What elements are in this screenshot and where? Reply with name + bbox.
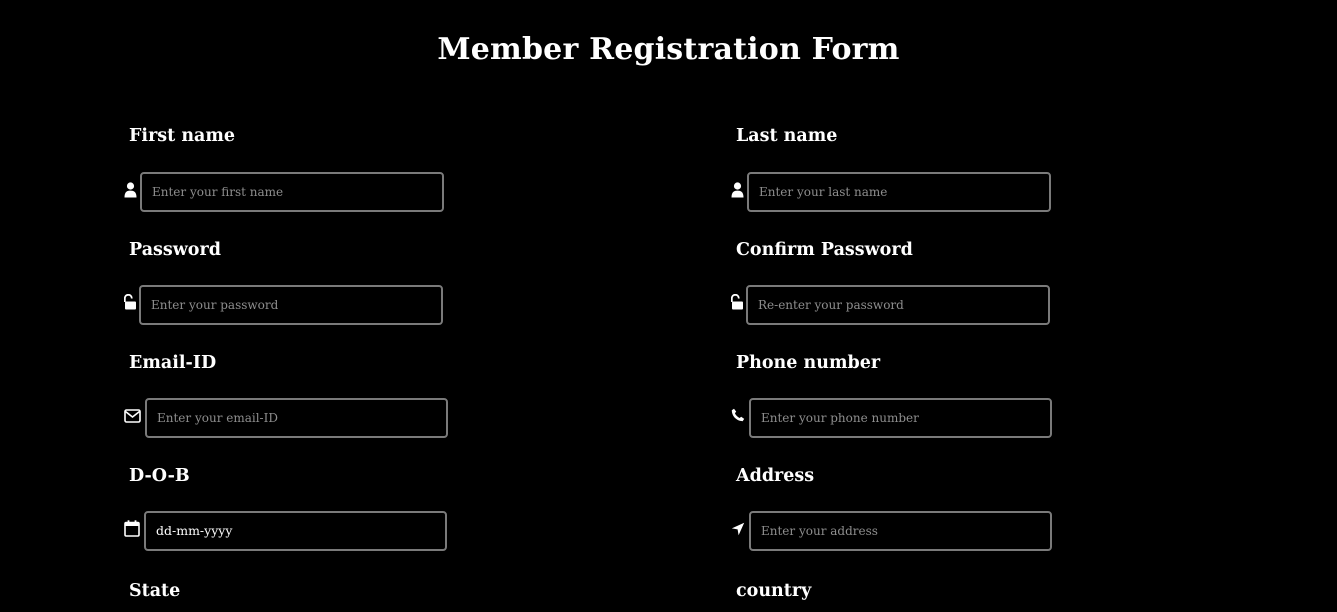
phone-icon [731, 408, 745, 422]
password-label: Password [129, 240, 221, 260]
confirm-password-label: Confirm Password [736, 240, 913, 260]
first-name-input[interactable] [140, 172, 444, 212]
dob-label: D-O-B [129, 466, 190, 486]
envelope-icon [124, 409, 141, 423]
unlock-icon [124, 294, 137, 310]
user-icon [731, 182, 744, 198]
phone-label: Phone number [736, 353, 881, 373]
address-input[interactable] [749, 511, 1052, 551]
dob-value: dd-mm-yyyy [156, 523, 233, 538]
country-label: country [736, 581, 812, 601]
phone-input[interactable] [749, 398, 1052, 438]
email-label: Email-ID [129, 353, 217, 373]
last-name-label: Last name [736, 126, 838, 146]
email-input[interactable] [145, 398, 448, 438]
password-input[interactable] [139, 285, 443, 325]
location-arrow-icon [731, 522, 745, 536]
last-name-input[interactable] [747, 172, 1051, 212]
first-name-label: First name [129, 126, 236, 146]
calendar-icon [124, 520, 140, 537]
page-title: Member Registration Form [437, 32, 900, 67]
dob-input[interactable]: dd-mm-yyyy [144, 511, 447, 551]
confirm-password-input[interactable] [746, 285, 1050, 325]
address-label: Address [736, 466, 815, 486]
unlock-icon [731, 294, 744, 310]
state-label: State [129, 581, 181, 601]
user-icon [124, 182, 137, 198]
